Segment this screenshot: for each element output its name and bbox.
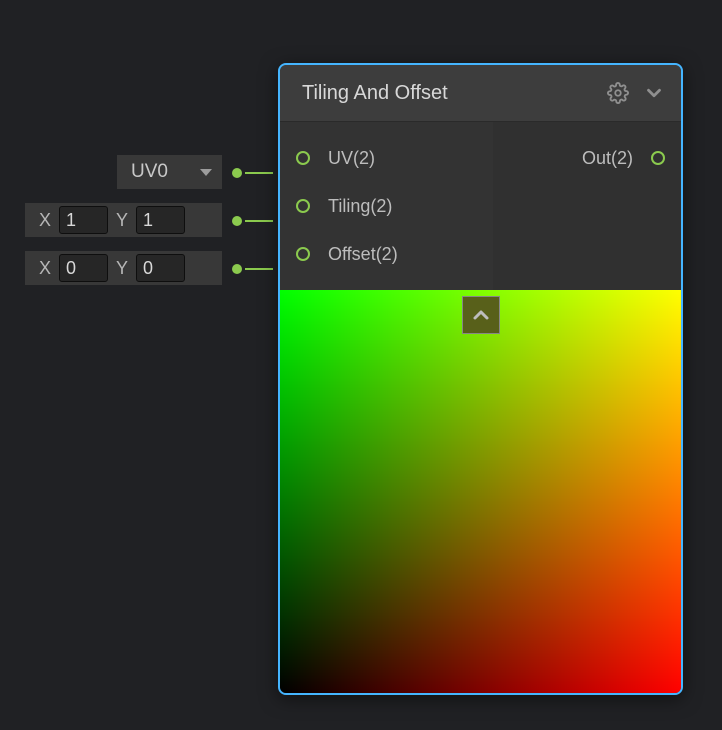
connector-line — [245, 268, 273, 270]
port-circle-icon[interactable] — [651, 151, 665, 165]
input-port-label: UV(2) — [328, 148, 375, 169]
input-port-label: Tiling(2) — [328, 196, 392, 217]
tiling-vector2-input: X 1 Y 1 — [25, 203, 222, 237]
offset-vector2-input: X 0 Y 0 — [25, 251, 222, 285]
input-port-tiling[interactable]: Tiling(2) — [280, 182, 493, 230]
port-circle-icon[interactable] — [296, 199, 310, 213]
gear-icon[interactable] — [607, 82, 629, 104]
collapse-preview-button[interactable] — [462, 296, 500, 334]
connector-line — [245, 220, 273, 222]
connector-dot-icon — [232, 168, 242, 178]
output-port-out[interactable]: Out(2) — [493, 134, 681, 182]
node-header[interactable]: Tiling And Offset — [280, 65, 681, 121]
node-outputs: Out(2) — [493, 122, 681, 290]
offset-y-field[interactable]: 0 — [136, 254, 185, 282]
connector-tiling[interactable] — [232, 214, 273, 228]
connector-uv[interactable] — [232, 166, 273, 180]
input-port-uv[interactable]: UV(2) — [280, 134, 493, 182]
dropdown-triangle-icon — [200, 169, 212, 176]
graph-canvas[interactable]: UV0 X 1 Y 1 X 0 Y 0 Tiling And Offset — [0, 0, 722, 730]
connector-offset[interactable] — [232, 262, 273, 276]
tiling-x-label: X — [39, 210, 51, 231]
uv-dropdown[interactable]: UV0 — [117, 155, 222, 189]
input-port-offset[interactable]: Offset(2) — [280, 230, 493, 278]
node-title: Tiling And Offset — [302, 82, 593, 105]
tiling-x-field[interactable]: 1 — [59, 206, 108, 234]
connector-line — [245, 172, 273, 174]
offset-x-field[interactable]: 0 — [59, 254, 108, 282]
uv-dropdown-label: UV0 — [131, 161, 168, 183]
tiling-y-field[interactable]: 1 — [136, 206, 185, 234]
tiling-y-label: Y — [116, 210, 128, 231]
connector-dot-icon — [232, 264, 242, 274]
offset-y-label: Y — [116, 258, 128, 279]
chevron-down-icon[interactable] — [643, 82, 665, 104]
port-circle-icon[interactable] — [296, 247, 310, 261]
tiling-and-offset-node[interactable]: Tiling And Offset UV(2) — [278, 63, 683, 695]
input-port-label: Offset(2) — [328, 244, 398, 265]
output-port-label: Out(2) — [582, 148, 633, 169]
chevron-up-icon — [469, 303, 493, 327]
node-preview — [280, 290, 681, 693]
connector-dot-icon — [232, 216, 242, 226]
port-circle-icon[interactable] — [296, 151, 310, 165]
uv-gradient-preview — [280, 290, 681, 693]
offset-x-label: X — [39, 258, 51, 279]
node-body: UV(2) Tiling(2) Offset(2) Out(2) — [280, 121, 681, 290]
node-inputs: UV(2) Tiling(2) Offset(2) — [280, 122, 493, 290]
